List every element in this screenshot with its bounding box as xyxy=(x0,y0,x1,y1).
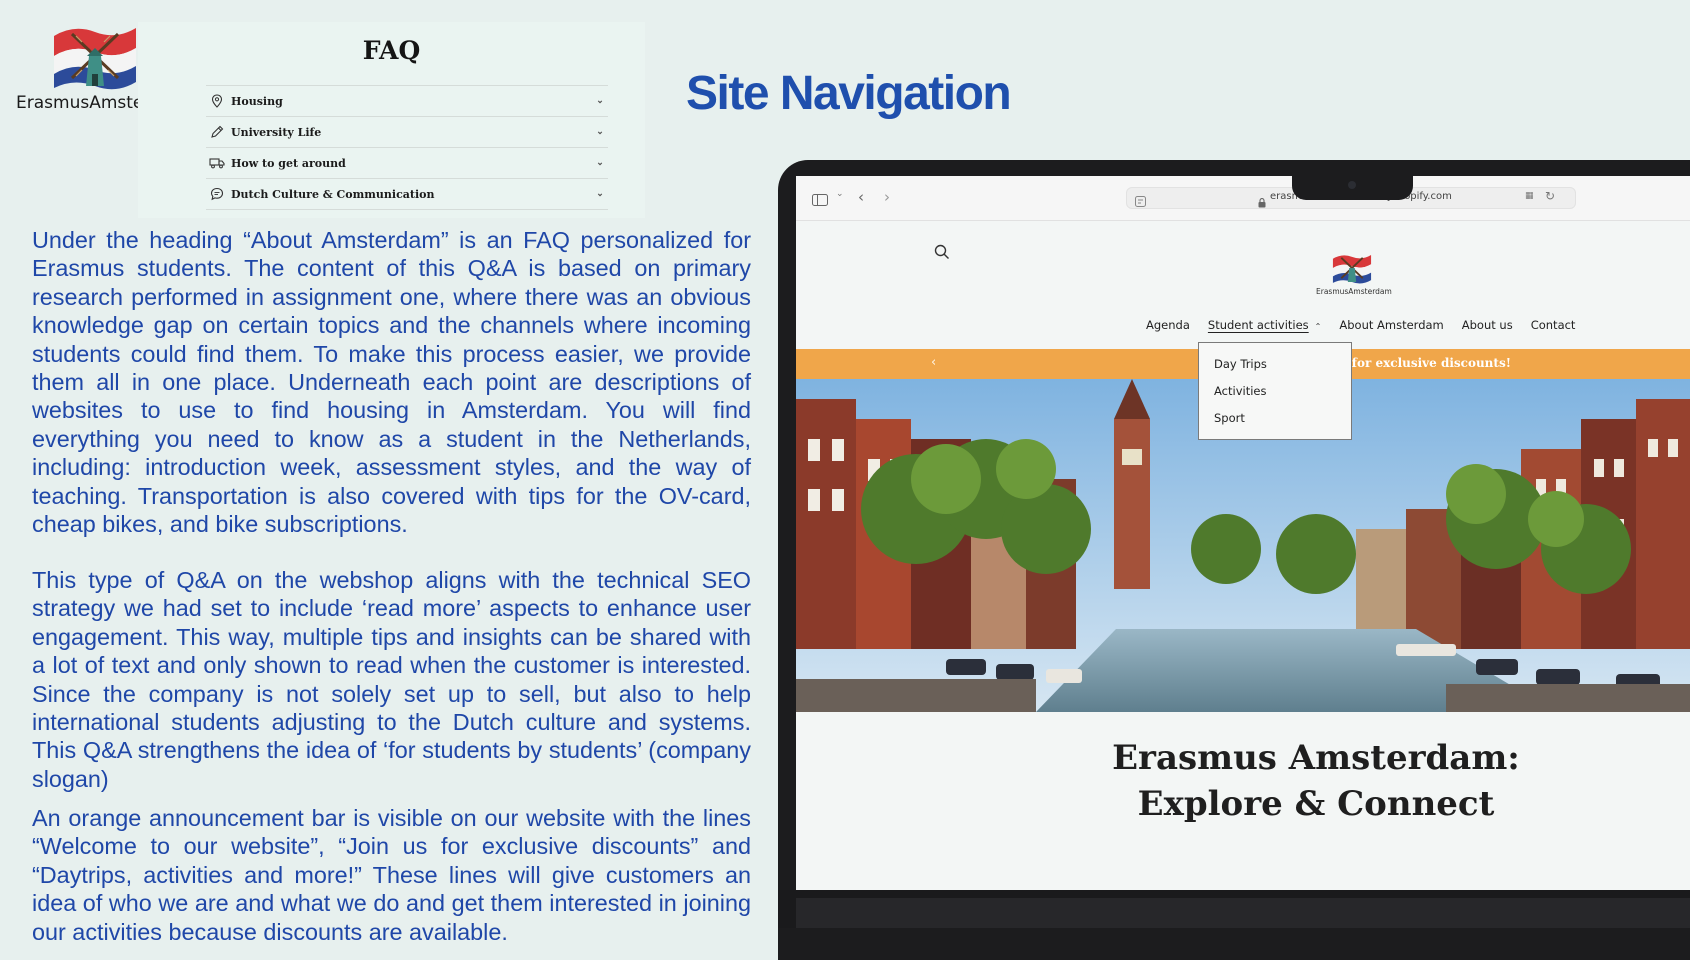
nav-item-about-amsterdam[interactable]: About Amsterdam xyxy=(1339,318,1443,332)
browser-toolbar: ⌄ ‹ › erasmus-amsterdam.myshopify.com ▦ … xyxy=(796,176,1690,221)
dropdown-item-activities[interactable]: Activities xyxy=(1214,384,1266,398)
pencil-icon xyxy=(208,125,226,139)
laptop-base xyxy=(796,898,1690,928)
paragraph-announcement: An orange announcement bar is visible on… xyxy=(32,805,751,945)
nav-item-label: Student activities xyxy=(1207,318,1309,332)
dropdown-item-sport[interactable]: Sport xyxy=(1214,411,1245,425)
translate-icon[interactable]: ▦ xyxy=(1525,191,1534,201)
chevron-up-icon: ⌃ xyxy=(1314,322,1322,331)
laptop-notch xyxy=(1292,160,1413,200)
store-logo-text: ErasmusAmsterdam xyxy=(1316,287,1392,296)
nav-item-student-activities[interactable]: Student activities ⌃ xyxy=(1208,318,1321,332)
page-title: Site Navigation xyxy=(686,67,1012,120)
faq-item-housing[interactable]: Housing ⌄ xyxy=(206,85,608,116)
windmill-flag-icon xyxy=(54,28,136,90)
brand-logo-text: ErasmusAmsterdam xyxy=(16,93,139,113)
chevron-down-icon: ⌄ xyxy=(596,158,604,168)
dropdown-item-day-trips[interactable]: Day Trips xyxy=(1214,357,1267,371)
hero-heading: Erasmus Amsterdam: Explore & Connect xyxy=(1112,738,1520,824)
brand-logo: ErasmusAmsterdam xyxy=(14,22,139,118)
nav-item-contact[interactable]: Contact xyxy=(1531,318,1576,332)
faq-title: FAQ xyxy=(362,36,421,65)
truck-icon xyxy=(208,157,226,169)
faq-item-dutch-culture[interactable]: Dutch Culture & Communication ⌄ xyxy=(206,178,608,210)
page-settings-icon[interactable] xyxy=(1135,192,1146,211)
store-main-nav: Agenda Student activities ⌃ About Amsterd… xyxy=(1146,318,1593,332)
faq-item-how-to-get-around[interactable]: How to get around ⌄ xyxy=(206,147,608,178)
store-logo[interactable]: ErasmusAmsterdam xyxy=(1316,252,1392,296)
faq-item-label: Dutch Culture & Communication xyxy=(231,187,435,201)
laptop-screen: ⌄ ‹ › erasmus-amsterdam.myshopify.com ▦ … xyxy=(796,176,1690,890)
paragraph-faq: Under the heading “About Amsterdam” is a… xyxy=(32,227,751,538)
chevron-down-icon: ⌄ xyxy=(596,189,604,199)
faq-item-label: Housing xyxy=(231,94,283,108)
search-icon[interactable] xyxy=(934,244,950,264)
faq-accordion: Housing ⌄ University Life ⌄ How to get a… xyxy=(206,85,608,210)
chevron-down-icon: ⌄ xyxy=(596,127,604,137)
paragraph-seo: This type of Q&A on the webshop aligns w… xyxy=(32,567,751,792)
lock-icon xyxy=(1258,193,1266,212)
chevron-left-icon[interactable]: ‹ xyxy=(931,355,936,370)
faq-card: FAQ Housing ⌄ University Life ⌄ How to g… xyxy=(138,22,645,218)
sidebar-toggle-icon[interactable] xyxy=(812,191,828,210)
map-pin-icon xyxy=(208,94,226,108)
reload-icon[interactable]: ↻ xyxy=(1545,189,1555,203)
nav-item-agenda[interactable]: Agenda xyxy=(1146,318,1190,332)
camera-icon xyxy=(1348,181,1356,189)
back-arrow-icon[interactable]: ‹ xyxy=(858,188,864,206)
windmill-flag-icon xyxy=(1332,254,1372,284)
chevron-down-icon[interactable]: ⌄ xyxy=(836,189,844,199)
faq-item-university-life[interactable]: University Life ⌄ xyxy=(206,116,608,147)
chevron-down-icon: ⌄ xyxy=(596,96,604,106)
student-activities-dropdown: Day Trips Activities Sport xyxy=(1198,342,1352,440)
chat-bubble-icon xyxy=(208,187,226,201)
forward-arrow-icon[interactable]: › xyxy=(884,188,890,206)
nav-item-about-us[interactable]: About us xyxy=(1462,318,1513,332)
faq-item-label: University Life xyxy=(231,125,322,139)
faq-item-label: How to get around xyxy=(231,156,346,170)
